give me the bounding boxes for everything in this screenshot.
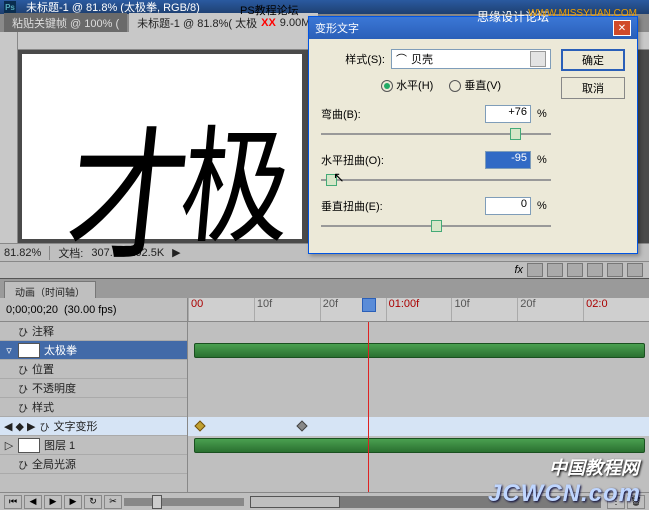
current-time[interactable]: 0;00;00;20 [6,304,58,316]
style-label: 样式(S): [321,51,385,67]
style-select[interactable]: ⌒ 贝壳 [391,49,551,69]
watermark-jcw: JCWCN.com [488,480,641,508]
opt-icon[interactable] [587,263,603,277]
zoom-value[interactable]: 81.82% [4,247,41,259]
row-layer1[interactable]: ▷ 图层 1 [0,436,187,455]
opt-icon[interactable] [527,263,543,277]
xx-mark: XX [261,17,276,29]
tab-animation[interactable]: 动画（时间轴） [4,281,96,298]
vdist-input[interactable]: 0 [485,197,531,215]
watermark-cn: 中国教程网 [549,454,639,480]
bend-slider[interactable] [321,125,551,143]
radio-horizontal[interactable]: 水平(H) [381,77,433,93]
shell-icon: ⌒ [396,51,407,67]
opt-icon[interactable] [627,263,643,277]
cancel-button[interactable]: 取消 [561,77,625,99]
fps: (30.00 fps) [64,304,117,316]
loop-button[interactable]: ↻ [84,495,102,509]
vdist-slider[interactable] [321,217,551,235]
hdist-slider[interactable]: ↖ [321,171,551,189]
opt-icon[interactable] [607,263,623,277]
next-frame-button[interactable]: ▶ [64,495,82,509]
row-position[interactable]: ひ 位置 [0,360,187,379]
row-layer-taiji[interactable]: ▿T 太极拳 [0,341,187,360]
vdist-label: 垂直扭曲(E): [321,198,389,214]
row-global-light[interactable]: ひ 全局光源 [0,455,187,474]
dialog-titlebar[interactable]: 变形文字 ✕ [309,17,637,39]
keyframe[interactable] [194,420,205,431]
options-bar: fx [0,261,649,279]
keyframe[interactable] [296,420,307,431]
url-tag: WWW.MISSYUAN.COM [528,8,637,19]
time-ruler[interactable]: 00 10f 20f 01:00f 10f 20f 02:0 [188,298,649,321]
hdist-input[interactable]: -95 [485,151,531,169]
row-style[interactable]: ひ 样式 [0,398,187,417]
rewind-button[interactable]: ⏮ [4,495,22,509]
style-value: 贝壳 [411,51,433,67]
warp-text-dialog: 变形文字 ✕ 样式(S): ⌒ 贝壳 水平(H) 垂直(V) 弯曲(B): +7… [308,16,638,254]
zoom-slider[interactable] [124,498,244,506]
row-comments[interactable]: ひ 注释 [0,322,187,341]
ruler-vertical [0,50,18,243]
play-button[interactable]: ▶ [44,495,62,509]
ok-button[interactable]: 确定 [561,49,625,71]
dialog-title: 变形文字 [315,20,359,36]
opt-icon[interactable] [567,263,583,277]
watermark-top: PS教程论坛 [240,2,299,18]
radio-vertical[interactable]: 垂直(V) [449,77,501,93]
bend-input[interactable]: +76 [485,105,531,123]
row-opacity[interactable]: ひ 不透明度 [0,379,187,398]
chevron-down-icon[interactable] [530,51,546,67]
playhead[interactable] [362,298,376,312]
cursor-icon: ↖ [333,169,345,186]
canvas[interactable]: 才 极 [22,54,302,239]
prev-frame-button[interactable]: ◀ [24,495,42,509]
tab-doc-1[interactable]: 粘贴关键帧 @ 100% ( [4,13,127,33]
hdist-label: 水平扭曲(O): [321,152,389,168]
close-icon[interactable]: ✕ [613,20,631,36]
cut-button[interactable]: ✂ [104,495,122,509]
bend-label: 弯曲(B): [321,106,389,122]
calligraphy-char-2: 极 [174,84,300,268]
opt-icon[interactable] [547,263,563,277]
row-text-warp[interactable]: ◀ ◆ ▶ ひ 文字变形 [0,417,187,436]
ps-icon: Ps [4,1,16,13]
ruler-corner [0,32,18,50]
